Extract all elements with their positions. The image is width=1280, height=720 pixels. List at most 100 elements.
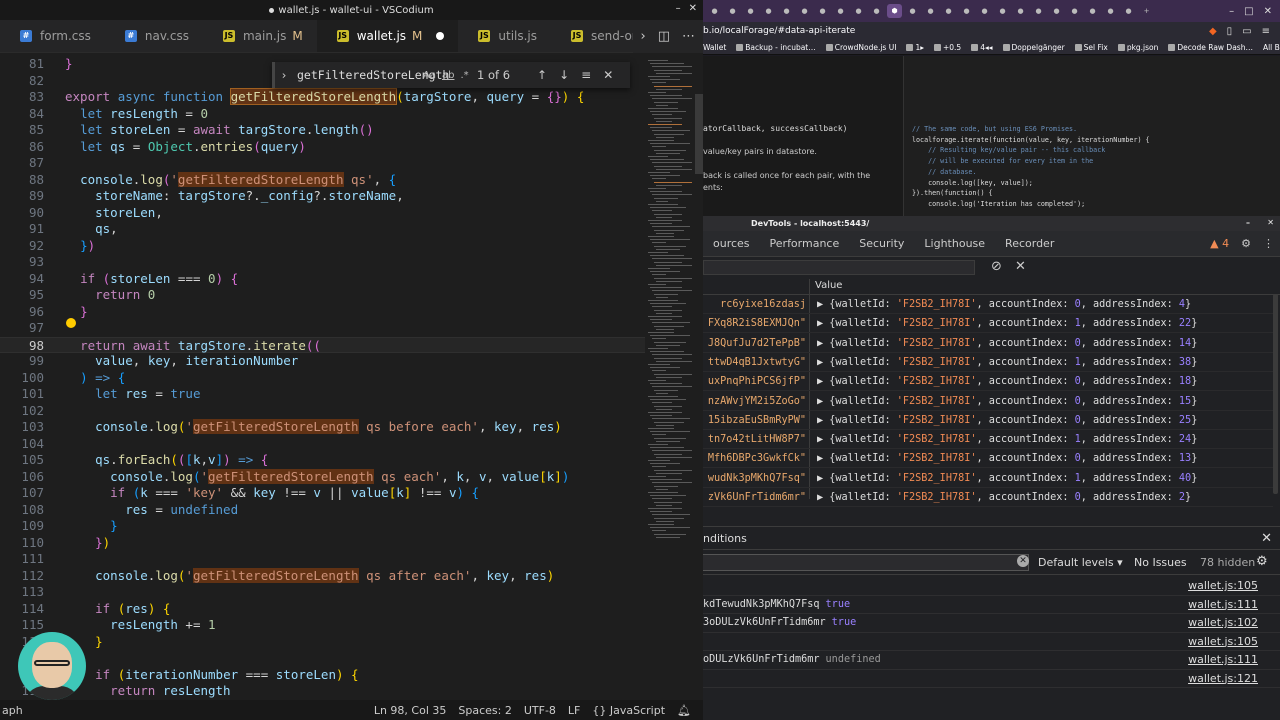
close-window-icon[interactable]: ✕ bbox=[689, 3, 697, 14]
storage-row[interactable]: nzAWvjYM2i5ZoGo" ▶ {walletId: 'F2SB2_IH78… bbox=[703, 392, 1273, 411]
warnings-badge[interactable]: ▲ 4 bbox=[1210, 237, 1229, 250]
expand-triangle-icon[interactable]: ▶ bbox=[817, 318, 823, 329]
bookmark-item[interactable]: 4◂◂ bbox=[971, 43, 993, 52]
code-line[interactable]: 103 console.log('getFilteredStoreLength … bbox=[0, 419, 645, 436]
storage-row[interactable]: FXq8R2iS8EXMJQn" ▶ {walletId: 'F2SB2_IH78… bbox=[703, 314, 1273, 334]
wallet-icon[interactable]: ▭ bbox=[1242, 26, 1251, 37]
code-line[interactable]: 85 let storeLen = await targStore.length… bbox=[0, 122, 645, 139]
regex-toggle[interactable]: .* bbox=[460, 70, 468, 81]
close-find-icon[interactable]: ✕ bbox=[603, 68, 613, 82]
browser-tab[interactable]: ● bbox=[1067, 4, 1082, 18]
clear-all-icon[interactable]: ⊘ bbox=[991, 259, 1002, 274]
console-message[interactable]: wallet.js:121 bbox=[703, 670, 1280, 689]
code-line[interactable]: 118 if (iterationNumber === storeLen) { bbox=[0, 667, 645, 684]
url-text[interactable]: b.io/localForage/#data-api-iterate bbox=[703, 26, 855, 36]
indentation-setting[interactable]: Spaces: 2 bbox=[458, 704, 511, 717]
scrollbar-thumb[interactable] bbox=[695, 94, 703, 174]
address-bar[interactable]: b.io/localForage/#data-api-iterate ◆ ▯ ▭… bbox=[703, 22, 1280, 40]
console-source-link[interactable]: wallet.js:111 bbox=[1188, 651, 1258, 670]
toggle-replace-chevron-icon[interactable]: › bbox=[275, 68, 293, 82]
storage-row[interactable]: J8QufJu7d2TePpB" ▶ {walletId: 'F2SB2_IH78… bbox=[703, 334, 1273, 353]
file-encoding[interactable]: UTF-8 bbox=[524, 704, 556, 717]
devtools-tab[interactable]: Lighthouse bbox=[914, 237, 995, 250]
devtools-minimize-icon[interactable]: – bbox=[1246, 218, 1250, 227]
expand-triangle-icon[interactable]: ▶ bbox=[817, 473, 823, 484]
storage-value[interactable]: ▶ {walletId: 'F2SB2_IH78I', accountIndex… bbox=[817, 372, 1197, 391]
code-line[interactable]: 119 return resLength bbox=[0, 683, 645, 700]
bookmark-item[interactable]: 1▸ bbox=[906, 43, 924, 52]
next-match-icon[interactable]: ↓ bbox=[559, 68, 569, 82]
browser-tab[interactable]: ● bbox=[1031, 4, 1046, 18]
unsaved-dot-icon[interactable] bbox=[436, 32, 445, 40]
console-settings-icon[interactable]: ⚙ bbox=[1256, 554, 1268, 569]
browser-tab[interactable]: ● bbox=[725, 4, 740, 18]
storage-row[interactable]: rc6yixe16zdasj ▶ {walletId: 'F2SB2_IH78I'… bbox=[703, 295, 1273, 314]
code-line[interactable]: 86 let qs = Object.entries(query) bbox=[0, 139, 645, 156]
console-source-link[interactable]: wallet.js:105 bbox=[1188, 577, 1258, 596]
console-message[interactable]: 3oDULzVk6UnFrTidm6mr true wallet.js:102 bbox=[703, 614, 1280, 633]
browser-tab[interactable]: ● bbox=[1103, 4, 1118, 18]
expand-triangle-icon[interactable]: ▶ bbox=[817, 338, 823, 349]
code-line[interactable]: 97 bbox=[0, 320, 645, 337]
bookmark-item[interactable]: Decode Raw Dash… bbox=[1168, 43, 1253, 52]
code-line[interactable]: 95 return 0 bbox=[0, 287, 645, 304]
editor-tab[interactable]: # form.css bbox=[0, 20, 105, 52]
console-filter-input[interactable] bbox=[703, 554, 1029, 571]
minimize-icon[interactable]: – bbox=[676, 3, 681, 14]
devtools-tab[interactable]: Performance bbox=[760, 237, 850, 250]
browser-tab[interactable]: ● bbox=[707, 4, 722, 18]
expand-triangle-icon[interactable]: ▶ bbox=[817, 434, 823, 445]
sidebar-toggle-icon[interactable]: ▯ bbox=[1227, 26, 1233, 37]
issues-button[interactable]: No Issues bbox=[1134, 556, 1187, 569]
code-line[interactable]: 88 console.log('getFilteredStoreLength q… bbox=[0, 171, 645, 189]
browser-tab[interactable]: ● bbox=[1049, 4, 1064, 18]
lightbulb-icon[interactable] bbox=[66, 318, 76, 328]
code-line[interactable]: 111 bbox=[0, 551, 645, 568]
code-line[interactable]: 116 } bbox=[0, 634, 645, 651]
browser-tab[interactable]: ● bbox=[977, 4, 992, 18]
browser-tab[interactable]: ● bbox=[1013, 4, 1028, 18]
storage-value[interactable]: ▶ {walletId: 'F2SB2_IH78I', accountIndex… bbox=[817, 469, 1197, 488]
browser-maximize-icon[interactable]: □ bbox=[1244, 6, 1253, 17]
code-line[interactable]: 87 bbox=[0, 155, 645, 172]
editor-tab[interactable]: JS wallet.js M bbox=[316, 20, 459, 52]
find-in-selection-icon[interactable]: ≡ bbox=[581, 68, 591, 82]
browser-tab[interactable]: ● bbox=[833, 4, 848, 18]
browser-tab[interactable]: ● bbox=[779, 4, 794, 18]
devtools-tab[interactable]: ources bbox=[703, 237, 760, 250]
code-line[interactable]: 110 }) bbox=[0, 535, 645, 552]
code-line[interactable]: 100 ) => { bbox=[0, 370, 645, 387]
devtools-more-icon[interactable]: ⋮ bbox=[1263, 237, 1274, 250]
browser-tab[interactable]: ● bbox=[761, 4, 776, 18]
browser-close-icon[interactable]: ✕ bbox=[1264, 6, 1272, 17]
browser-tab[interactable]: ● bbox=[923, 4, 938, 18]
menu-icon[interactable]: ≡ bbox=[1262, 26, 1270, 37]
console-source-link[interactable]: wallet.js:102 bbox=[1188, 614, 1258, 633]
storage-row[interactable]: tn7o42tLitHW8P7" ▶ {walletId: 'F2SB2_IH78… bbox=[703, 430, 1273, 450]
storage-value[interactable]: ▶ {walletId: 'F2SB2_IH78I', accountIndex… bbox=[817, 488, 1191, 507]
console-source-link[interactable]: wallet.js:111 bbox=[1188, 596, 1258, 615]
scroll-tabs-icon[interactable]: › bbox=[641, 29, 646, 44]
expand-triangle-icon[interactable]: ▶ bbox=[817, 357, 823, 368]
new-tab-button[interactable]: + bbox=[1139, 4, 1154, 18]
bookmark-item[interactable]: Wallet bbox=[703, 43, 726, 52]
code-line[interactable]: 89 storeName: targStore?._config?.storeN… bbox=[0, 188, 645, 205]
console-message[interactable]: oDULzVk6UnFrTidm6mr undefined wallet.js:11… bbox=[703, 651, 1280, 670]
bookmark-item[interactable]: Sel Fix bbox=[1074, 43, 1108, 52]
storage-value[interactable]: ▶ {walletId: 'F2SB2_IH78I', accountIndex… bbox=[817, 449, 1197, 468]
code-line[interactable]: 102 bbox=[0, 403, 645, 420]
storage-value[interactable]: ▶ {walletId: 'F2SB2_IH78I', accountIndex… bbox=[817, 353, 1197, 372]
expand-triangle-icon[interactable]: ▶ bbox=[817, 299, 823, 310]
code-line[interactable]: 101 let res = true bbox=[0, 386, 645, 403]
console-message[interactable]: wallet.js:105 bbox=[703, 577, 1280, 596]
storage-value[interactable]: ▶ {walletId: 'F2SB2_IH78I', accountIndex… bbox=[817, 295, 1191, 314]
brave-shield-icon[interactable]: ◆ bbox=[1209, 26, 1217, 37]
code-line[interactable]: 84 let resLength = 0 bbox=[0, 106, 645, 123]
console-source-link[interactable]: wallet.js:121 bbox=[1188, 670, 1258, 689]
code-line[interactable]: 109 } bbox=[0, 518, 645, 535]
code-line[interactable]: 94 if (storeLen === 0) { bbox=[0, 271, 645, 288]
browser-tab[interactable]: ● bbox=[797, 4, 812, 18]
code-line[interactable]: 92 }) bbox=[0, 238, 645, 255]
delete-selected-icon[interactable]: ✕ bbox=[1015, 259, 1026, 274]
editor-scrollbar[interactable] bbox=[695, 54, 703, 700]
